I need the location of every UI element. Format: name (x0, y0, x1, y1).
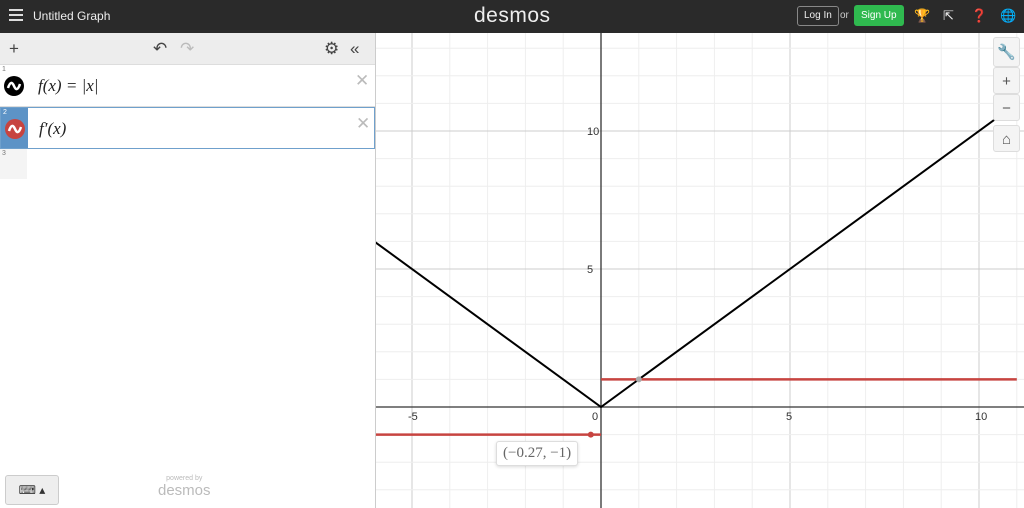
zoom-out-button[interactable]: − (993, 94, 1020, 121)
expression-row-selected[interactable]: 2 f′(x) ✕ (0, 107, 375, 149)
x-tick-label: 5 (786, 411, 792, 423)
settings-gear-icon[interactable]: ⚙ (324, 39, 339, 59)
redo-button[interactable]: ↷ (180, 39, 194, 59)
login-button[interactable]: Log In (797, 6, 839, 26)
delete-expression-icon[interactable]: ✕ (356, 114, 370, 134)
powered-by-text: powered by (166, 475, 203, 482)
x-tick-label: 0 (592, 411, 598, 423)
help-icon[interactable]: ❓ (971, 8, 987, 24)
intersection-point (635, 376, 642, 383)
delete-expression-icon[interactable]: ✕ (355, 71, 369, 91)
expression-number: 2 (3, 109, 7, 116)
y-tick-label: 5 (587, 264, 593, 276)
traced-point (587, 431, 594, 438)
expression-row[interactable]: 1 f(x) = |x| ✕ (0, 65, 375, 107)
x-tick-label: -5 (408, 411, 418, 423)
expression-toolbar: + ↶ ↷ ⚙ « (0, 33, 375, 65)
expression-latex[interactable]: f′(x) (39, 119, 66, 139)
undo-button[interactable]: ↶ (153, 39, 167, 59)
expression-panel: + ↶ ↷ ⚙ « 1 f(x) = |x| ✕ 2 f′(x) ✕ 3 ⌨ ▴… (0, 33, 376, 508)
share-icon[interactable]: ⇱ (943, 8, 954, 24)
keyboard-toggle-button[interactable]: ⌨ ▴ (5, 475, 59, 505)
expression-number: 3 (2, 150, 6, 157)
top-bar: Untitled Graph desmos Log In or Sign Up … (0, 0, 1024, 33)
expression-number: 1 (2, 66, 6, 73)
collapse-panel-button[interactable]: « (350, 39, 359, 59)
powered-by-desmos: powered by desmos (158, 475, 211, 499)
signup-button[interactable]: Sign Up (854, 5, 904, 26)
or-text: or (840, 10, 849, 21)
x-tick-label: 10 (975, 411, 987, 423)
graph-canvas[interactable]: -5 0 5 10 5 10 (376, 33, 1024, 508)
powered-by-brand: desmos (158, 482, 211, 499)
add-item-button[interactable]: + (9, 39, 19, 59)
graph-settings-wrench-icon[interactable]: 🔧 (993, 37, 1020, 67)
menu-icon[interactable] (9, 9, 23, 21)
expression-latex[interactable]: f(x) = |x| (38, 76, 98, 96)
curve-visibility-icon[interactable] (4, 76, 24, 96)
desmos-logo: desmos (474, 4, 551, 27)
home-zoom-button[interactable]: ⌂ (993, 125, 1020, 152)
language-globe-icon[interactable]: 🌐 (1000, 8, 1016, 24)
graph-title[interactable]: Untitled Graph (33, 9, 110, 23)
expression-row-empty[interactable]: 3 (0, 149, 375, 179)
point-tooltip: (−0.27, −1) (496, 441, 579, 466)
zoom-in-button[interactable]: + (993, 67, 1020, 94)
y-tick-label: 10 (587, 126, 599, 138)
trophy-icon[interactable]: 🏆 (914, 8, 930, 24)
curve-visibility-icon[interactable] (5, 119, 25, 139)
curve-f-abs-x (376, 102, 1018, 409)
